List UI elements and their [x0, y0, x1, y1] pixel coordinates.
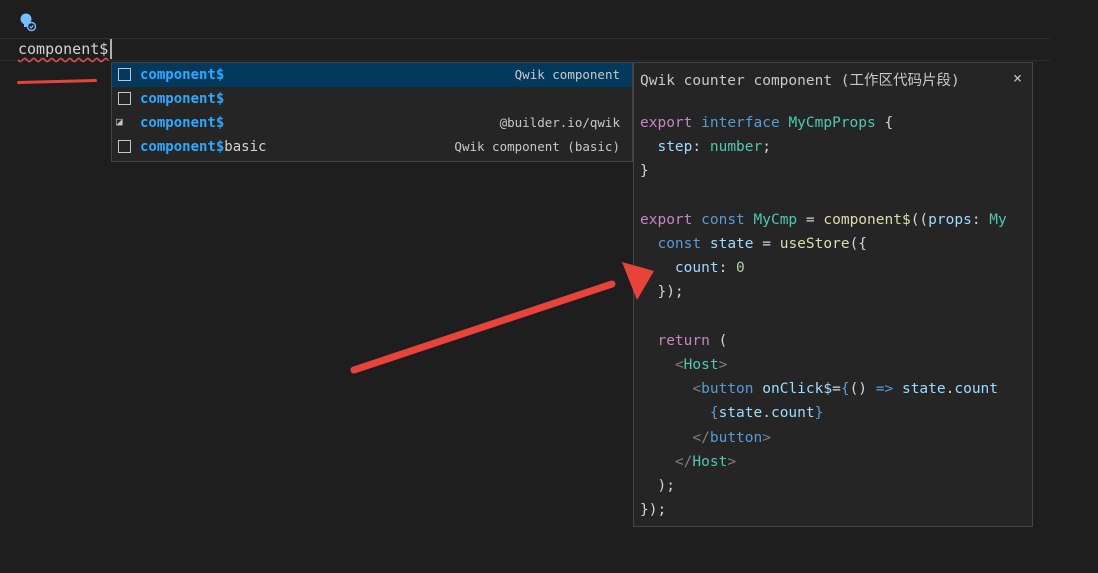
code-line: }: [640, 163, 649, 180]
code-line: <Host>: [674, 357, 728, 374]
suggestion-detail: Qwik component (basic): [454, 139, 620, 154]
code-line: });: [640, 502, 667, 519]
snippet-icon: [118, 68, 131, 81]
suggestion-detail: Qwik component: [514, 67, 620, 82]
reference-icon: ◪: [116, 115, 123, 128]
suggestion-label: component$: [140, 91, 225, 107]
suggestion-label: component$: [140, 67, 225, 83]
code-line: export const MyCmp = component$((props: …: [640, 211, 1007, 228]
annotation-underline: [16, 78, 98, 85]
details-title: Qwik counter component (工作区代码片段): [640, 73, 960, 89]
close-icon[interactable]: ×: [1013, 69, 1022, 87]
code-line: </button>: [692, 429, 771, 446]
code-preview: export interface MyCmpProps { step: numb…: [640, 111, 1007, 522]
code-line: );: [657, 478, 675, 495]
code-line: return (: [657, 332, 728, 349]
suggestion-detail: @builder.io/qwik: [499, 115, 620, 130]
suggestion-label: component$basic: [140, 139, 267, 155]
code-line: export interface MyCmpProps {: [640, 115, 894, 131]
editor-typed-text[interactable]: component$: [18, 39, 108, 59]
snippet-icon: [118, 140, 131, 153]
code-line: </Host>: [674, 453, 737, 470]
suggestion-item[interactable]: ◪ component$ @builder.io/qwik: [112, 111, 632, 135]
snippet-icon: [118, 92, 131, 105]
suggestion-item[interactable]: component$ Qwik component: [112, 63, 632, 87]
code-line: step: number;: [657, 139, 771, 156]
suggestion-item[interactable]: component$: [112, 87, 632, 111]
suggestion-item[interactable]: component$basic Qwik component (basic): [112, 135, 632, 159]
code-line: {state.count}: [709, 405, 824, 422]
code-line: <button onClick$={() => state.count: [692, 381, 999, 398]
text-cursor: [110, 39, 112, 59]
suggestion-details-panel: Qwik counter component (工作区代码片段) × expor…: [633, 62, 1033, 527]
suggestion-label: component$: [140, 115, 225, 131]
code-line: });: [657, 284, 684, 301]
suggestion-list: component$ Qwik component component$ ◪ c…: [111, 62, 633, 162]
lightbulb-icon[interactable]: [19, 12, 37, 32]
current-line-highlight: [0, 38, 1050, 61]
code-line: const state = useStore({: [657, 236, 868, 253]
code-line: count: 0: [674, 260, 745, 277]
